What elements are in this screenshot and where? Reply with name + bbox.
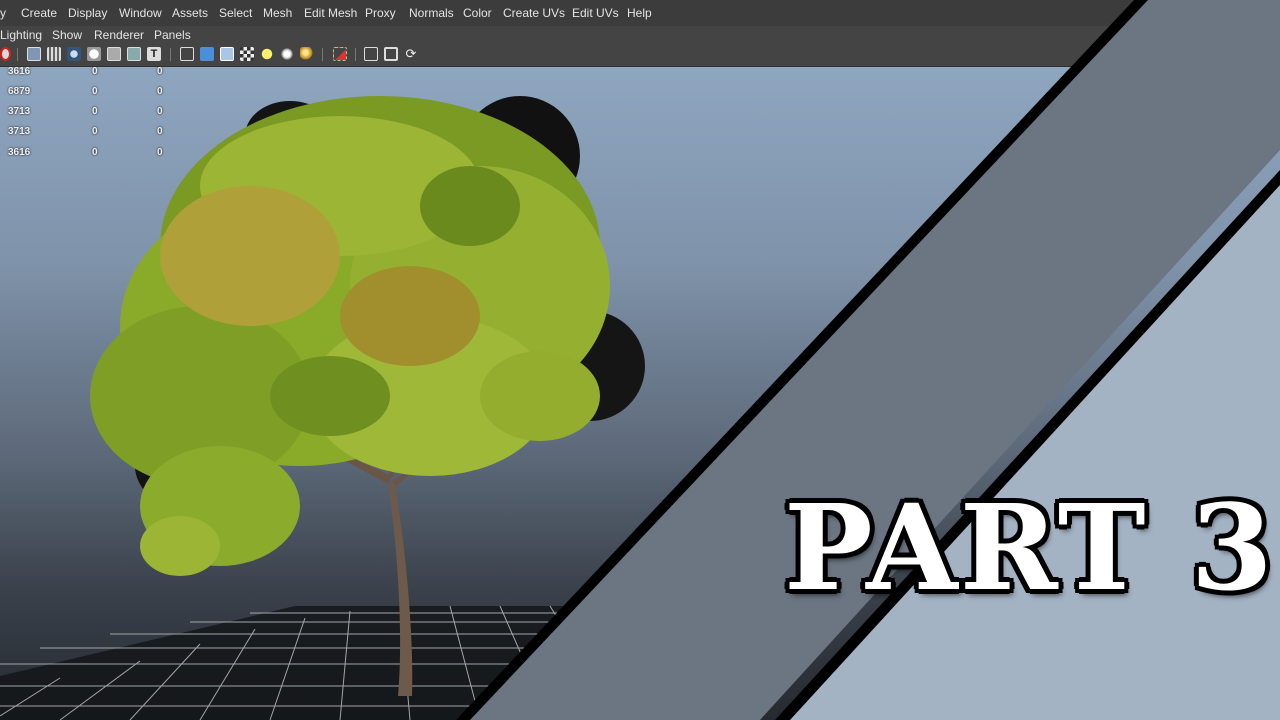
tree-foliage xyxy=(90,96,645,576)
panel-menu-panels[interactable]: Panels xyxy=(154,28,191,42)
light-bulb-icon[interactable] xyxy=(260,47,274,61)
panel-menu-lighting[interactable]: Lighting xyxy=(0,28,42,42)
menu-item[interactable]: y xyxy=(0,6,6,20)
menu-normals[interactable]: Normals xyxy=(409,6,454,20)
menu-assets[interactable]: Assets xyxy=(172,6,208,20)
toolbar-separator xyxy=(322,48,323,61)
hud-value: 0 xyxy=(92,126,98,137)
hud-value: 0 xyxy=(92,147,98,158)
toolbar-separator xyxy=(170,48,171,61)
smooth-shade-icon[interactable] xyxy=(67,47,81,61)
hud-value: 0 xyxy=(92,86,98,97)
hud-value: 0 xyxy=(92,66,98,77)
hud-value: 0 xyxy=(157,86,163,97)
hud-value: 0 xyxy=(157,126,163,137)
menu-select[interactable]: Select xyxy=(219,6,252,20)
menu-edit-mesh[interactable]: Edit Mesh xyxy=(304,6,357,20)
toolbar-separator xyxy=(17,48,18,61)
cube-icon[interactable] xyxy=(220,47,234,61)
wireframe-icon[interactable] xyxy=(27,47,41,61)
hud-value: 6879 xyxy=(8,86,31,97)
hud-value: 3713 xyxy=(8,106,31,117)
default-light-icon[interactable] xyxy=(280,47,294,61)
menu-edit-uvs[interactable]: Edit UVs xyxy=(572,6,619,20)
viewport-panel[interactable]: 3616 0 0 6879 0 0 3713 0 0 3713 0 0 3616… xyxy=(0,66,1280,720)
camera-icon[interactable] xyxy=(0,47,11,61)
isolate-icon[interactable] xyxy=(127,47,141,61)
hud-value: 0 xyxy=(157,66,163,77)
toolbar-separator xyxy=(355,48,356,61)
panel-menu-renderer[interactable]: Renderer xyxy=(94,28,144,42)
gold-sphere-icon[interactable] xyxy=(300,47,314,61)
menu-help[interactable]: Help xyxy=(627,6,652,20)
hud-value: 0 xyxy=(157,147,163,158)
main-menubar: y Create Display Window Assets Select Me… xyxy=(0,0,1280,27)
share-icon[interactable]: ⟳ xyxy=(404,47,418,61)
menu-window[interactable]: Window xyxy=(119,6,162,20)
wireframe-cube-icon[interactable] xyxy=(180,47,194,61)
shaded-cube-icon[interactable] xyxy=(200,47,214,61)
menu-color[interactable]: Color xyxy=(463,6,492,20)
menu-display[interactable]: Display xyxy=(68,6,107,20)
scene-canvas xyxy=(0,96,700,720)
checker-texture-icon[interactable] xyxy=(240,47,254,61)
frame-icon[interactable] xyxy=(384,47,398,61)
flat-shade-icon[interactable] xyxy=(87,47,101,61)
hud-value: 3616 xyxy=(8,147,31,158)
viewport-toolbar: T ⟳ xyxy=(0,44,1280,67)
hud-value: 0 xyxy=(92,106,98,117)
menu-mesh[interactable]: Mesh xyxy=(263,6,292,20)
hud-value: 3713 xyxy=(8,126,31,137)
xray-icon[interactable] xyxy=(107,47,121,61)
menu-proxy[interactable]: Proxy xyxy=(365,6,396,20)
menu-create-uvs[interactable]: Create UVs xyxy=(503,6,565,20)
select-tool-icon[interactable] xyxy=(333,47,347,61)
hud-value: 3616 xyxy=(8,66,31,77)
panel-menubar: Lighting Show Renderer Panels xyxy=(0,26,1280,44)
menu-create[interactable]: Create xyxy=(21,6,57,20)
grid-icon[interactable] xyxy=(47,47,61,61)
box-icon[interactable] xyxy=(364,47,378,61)
part-title: PART 3 xyxy=(784,478,1275,617)
hud-value: 0 xyxy=(157,106,163,117)
text-icon[interactable]: T xyxy=(147,47,161,61)
panel-menu-show[interactable]: Show xyxy=(52,28,82,42)
ground-grid xyxy=(0,605,700,720)
